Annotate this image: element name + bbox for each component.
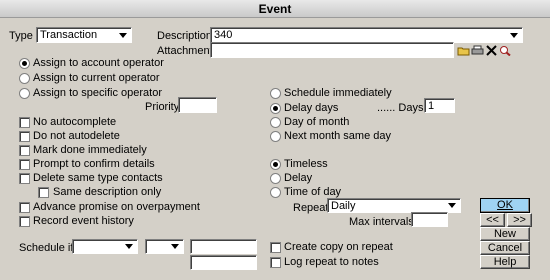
repeat-select[interactable]: Daily bbox=[327, 198, 461, 213]
day-of-month-radio[interactable] bbox=[270, 117, 281, 128]
schedule-immediately-label: Schedule immediately bbox=[284, 87, 392, 99]
day-of-month-label: Day of month bbox=[284, 116, 350, 128]
next-month-radio[interactable] bbox=[270, 131, 281, 142]
repeat-label: Repeat bbox=[293, 202, 329, 214]
time-of-day-radio[interactable] bbox=[270, 187, 281, 198]
prev-button[interactable]: << bbox=[480, 213, 505, 227]
mark-done-checkbox[interactable] bbox=[19, 145, 30, 156]
advance-promise-label: Advance promise on overpayment bbox=[33, 201, 200, 213]
schedule-if-operator-select[interactable] bbox=[145, 239, 184, 254]
repeat-value: Daily bbox=[331, 200, 356, 212]
attachment-label: Attachment bbox=[157, 45, 213, 57]
window-title: Event bbox=[258, 2, 292, 16]
assign-account-label: Assign to account operator bbox=[33, 57, 164, 69]
days-input[interactable]: 1 bbox=[424, 98, 455, 113]
next-button[interactable]: >> bbox=[507, 213, 532, 227]
schedule-immediately-radio[interactable] bbox=[270, 88, 281, 99]
timeless-label: Timeless bbox=[284, 158, 328, 170]
schedule-if-value2-input[interactable] bbox=[190, 255, 257, 270]
prompt-confirm-label: Prompt to confirm details bbox=[33, 158, 155, 170]
do-not-autodelete-checkbox[interactable] bbox=[19, 131, 30, 142]
delay-label: Delay bbox=[284, 172, 313, 184]
assign-specific-radio[interactable] bbox=[19, 88, 30, 99]
type-select[interactable]: Transaction bbox=[36, 27, 132, 43]
timeless-radio[interactable] bbox=[270, 159, 281, 170]
description-value: 340 bbox=[214, 29, 233, 41]
chevron-down-icon[interactable] bbox=[116, 29, 130, 41]
assign-current-radio[interactable] bbox=[19, 73, 30, 84]
max-intervals-input[interactable] bbox=[411, 212, 448, 227]
help-button[interactable]: Help bbox=[480, 255, 530, 269]
delay-radio[interactable] bbox=[270, 173, 281, 184]
create-copy-checkbox[interactable] bbox=[270, 242, 281, 253]
delete-same-type-checkbox[interactable] bbox=[19, 173, 30, 184]
do-not-autodelete-label: Do not autodelete bbox=[33, 130, 120, 142]
assign-account-radio[interactable] bbox=[19, 58, 30, 69]
description-select[interactable]: 340 bbox=[210, 27, 523, 43]
no-autocomplete-label: No autocomplete bbox=[33, 116, 117, 128]
type-label: Type bbox=[9, 30, 33, 42]
attachment-input[interactable] bbox=[210, 42, 454, 58]
mark-done-label: Mark done immediately bbox=[33, 144, 147, 156]
assign-specific-label: Assign to specific operator bbox=[33, 87, 163, 99]
type-value: Transaction bbox=[40, 29, 98, 41]
schedule-if-label: Schedule if bbox=[19, 242, 74, 254]
next-month-label: Next month same day bbox=[284, 130, 391, 142]
title-bar: Event bbox=[0, 0, 550, 18]
record-history-label: Record event history bbox=[33, 215, 134, 227]
advance-promise-checkbox[interactable] bbox=[19, 202, 30, 213]
log-repeat-label: Log repeat to notes bbox=[284, 256, 379, 268]
cancel-button[interactable]: Cancel bbox=[480, 241, 530, 255]
delay-days-label: Delay days bbox=[284, 102, 339, 114]
assign-current-label: Assign to current operator bbox=[33, 72, 160, 84]
folder-open-icon[interactable] bbox=[457, 44, 470, 56]
log-repeat-checkbox[interactable] bbox=[270, 257, 281, 268]
create-copy-label: Create copy on repeat bbox=[284, 241, 393, 253]
chevron-down-icon[interactable] bbox=[445, 200, 459, 211]
prompt-confirm-checkbox[interactable] bbox=[19, 159, 30, 170]
chevron-down-icon[interactable] bbox=[507, 29, 521, 41]
schedule-if-value-input[interactable] bbox=[190, 239, 257, 254]
same-description-label: Same description only bbox=[53, 186, 162, 198]
same-description-checkbox[interactable] bbox=[38, 187, 49, 198]
delay-days-radio[interactable] bbox=[270, 103, 281, 114]
chevron-down-icon[interactable] bbox=[122, 241, 136, 252]
new-button[interactable]: New bbox=[480, 227, 530, 241]
ok-label: OK bbox=[497, 199, 513, 211]
days-label: ...... Days bbox=[377, 102, 424, 114]
ok-button[interactable]: OK bbox=[480, 198, 530, 213]
max-intervals-label: Max intervals bbox=[349, 216, 414, 228]
printer-icon[interactable] bbox=[471, 44, 484, 56]
priority-label: Priority bbox=[145, 101, 180, 113]
chevron-down-icon[interactable] bbox=[168, 241, 182, 252]
time-of-day-label: Time of day bbox=[284, 186, 342, 198]
record-history-checkbox[interactable] bbox=[19, 216, 30, 227]
no-autocomplete-checkbox[interactable] bbox=[19, 117, 30, 128]
delete-same-type-label: Delete same type contacts bbox=[33, 172, 163, 184]
event-dialog: Event Type Transaction Description 340 A… bbox=[0, 0, 550, 280]
schedule-if-field-select[interactable] bbox=[72, 239, 138, 254]
description-label: Description bbox=[157, 30, 213, 42]
priority-input[interactable] bbox=[178, 97, 217, 113]
delete-x-icon[interactable] bbox=[485, 44, 498, 56]
zoom-icon[interactable] bbox=[499, 44, 512, 56]
